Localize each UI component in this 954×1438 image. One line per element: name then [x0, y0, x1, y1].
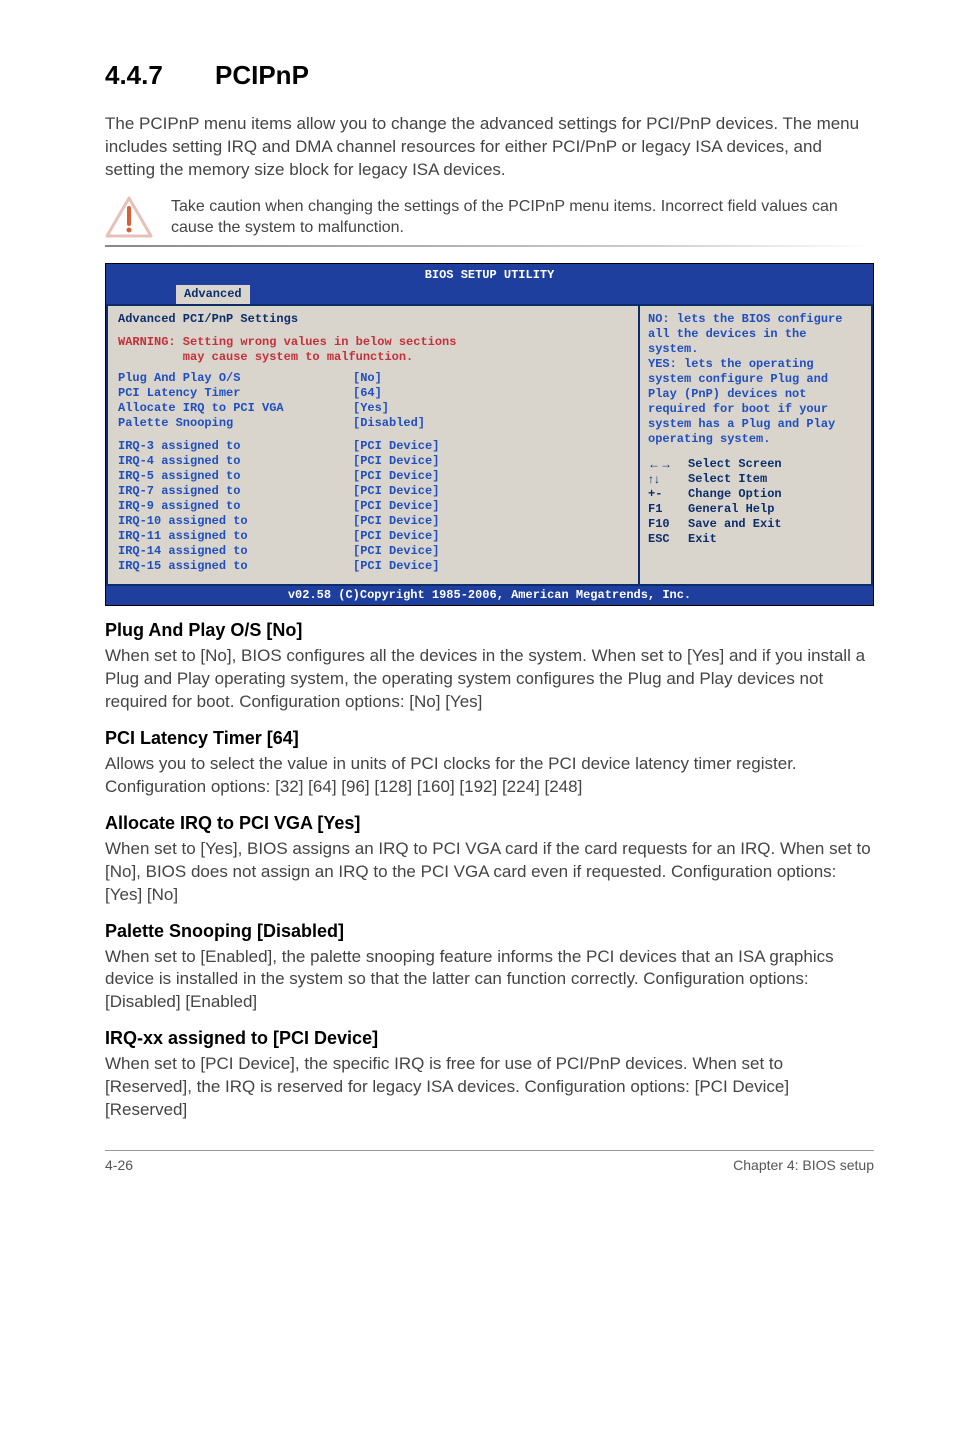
section-title: PCIPnP	[215, 60, 309, 90]
page-number: 4-26	[105, 1157, 133, 1173]
divider	[105, 245, 874, 247]
bios-irq-row: IRQ-14 assigned to[PCI Device]	[118, 544, 628, 559]
bios-setting-row: Allocate IRQ to PCI VGA[Yes]	[118, 401, 628, 416]
arrows-ud-icon: ↑↓	[648, 472, 688, 487]
bios-setting-row: Plug And Play O/S[No]	[118, 371, 628, 386]
bios-irq-row: IRQ-9 assigned to[PCI Device]	[118, 499, 628, 514]
subsection-heading: Palette Snooping [Disabled]	[105, 921, 874, 942]
intro-paragraph: The PCIPnP menu items allow you to chang…	[105, 113, 874, 182]
page-footer: 4-26 Chapter 4: BIOS setup	[105, 1150, 874, 1173]
bios-irq-row: IRQ-11 assigned to[PCI Device]	[118, 529, 628, 544]
warning-icon	[105, 196, 153, 238]
arrows-lr-icon: ←→	[648, 457, 688, 472]
subsection-body: When set to [Enabled], the palette snoop…	[105, 946, 874, 1015]
subsection-body: Allows you to select the value in units …	[105, 753, 874, 799]
subsection-heading: IRQ-xx assigned to [PCI Device]	[105, 1028, 874, 1049]
chapter-label: Chapter 4: BIOS setup	[733, 1157, 874, 1173]
bios-key-legend: ←→Select Screen ↑↓Select Item +-Change O…	[648, 457, 863, 547]
bios-irq-row: IRQ-5 assigned to[PCI Device]	[118, 469, 628, 484]
subsection-body: When set to [No], BIOS configures all th…	[105, 645, 874, 714]
bios-irq-row: IRQ-10 assigned to[PCI Device]	[118, 514, 628, 529]
bios-screenshot: BIOS SETUP UTILITY Advanced Advanced PCI…	[105, 263, 874, 606]
subsection-heading: Allocate IRQ to PCI VGA [Yes]	[105, 813, 874, 834]
subsection-heading: PCI Latency Timer [64]	[105, 728, 874, 749]
bios-title: BIOS SETUP UTILITY	[106, 266, 873, 285]
plus-minus-icon: +-	[648, 487, 688, 502]
section-number: 4.4.7	[105, 60, 215, 91]
caution-note: Take caution when changing the settings …	[105, 196, 874, 239]
bios-tab-advanced: Advanced	[176, 285, 250, 304]
bios-panel-heading: Advanced PCI/PnP Settings	[118, 312, 628, 327]
bios-irq-row: IRQ-4 assigned to[PCI Device]	[118, 454, 628, 469]
bios-copyright: v02.58 (C)Copyright 1985-2006, American …	[106, 586, 873, 605]
section-heading: 4.4.7PCIPnP	[105, 60, 874, 91]
bios-setting-row: PCI Latency Timer[64]	[118, 386, 628, 401]
caution-text: Take caution when changing the settings …	[171, 196, 874, 239]
subsection-body: When set to [PCI Device], the specific I…	[105, 1053, 874, 1122]
subsection-heading: Plug And Play O/S [No]	[105, 620, 874, 641]
bios-setting-row: Palette Snooping[Disabled]	[118, 416, 628, 431]
bios-irq-row: IRQ-3 assigned to[PCI Device]	[118, 439, 628, 454]
subsection-body: When set to [Yes], BIOS assigns an IRQ t…	[105, 838, 874, 907]
bios-irq-row: IRQ-15 assigned to[PCI Device]	[118, 559, 628, 574]
bios-help-text: NO: lets the BIOS configure all the devi…	[648, 312, 863, 447]
bios-irq-row: IRQ-7 assigned to[PCI Device]	[118, 484, 628, 499]
bios-warning: WARNING: Setting wrong values in below s…	[118, 335, 628, 365]
